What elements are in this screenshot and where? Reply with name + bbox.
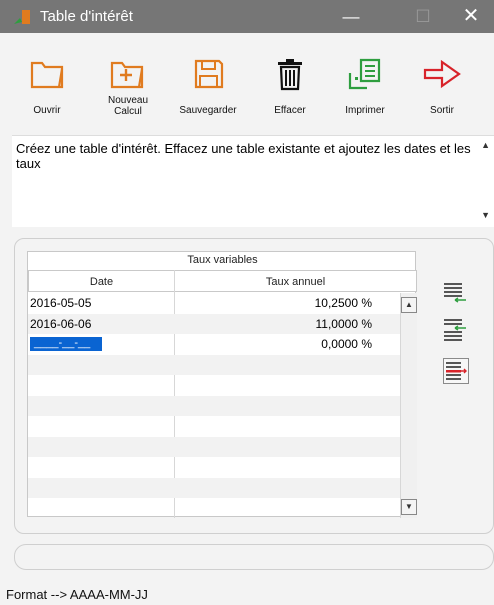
table-row-editing[interactable]: ____-__-__ 0,0000 % xyxy=(28,334,400,355)
close-button[interactable]: ✕ xyxy=(448,0,494,33)
minimize-button[interactable]: — xyxy=(328,0,374,33)
scroll-down-arrow-icon[interactable]: ▼ xyxy=(401,499,417,515)
insert-row-icon xyxy=(444,319,466,341)
rate-cell[interactable]: 11,0000 % xyxy=(316,317,373,331)
format-hint: Format --> AAAA-MM-JJ xyxy=(6,587,148,602)
exit-arrow-icon xyxy=(423,59,461,89)
delete-row-button[interactable] xyxy=(443,358,469,384)
scroll-up-arrow-icon[interactable]: ▲ xyxy=(481,140,490,150)
print-label: Imprimer xyxy=(345,105,385,116)
empty-row xyxy=(28,457,400,478)
rate-cell[interactable]: 0,0000 % xyxy=(321,337,372,351)
delete-label: Effacer xyxy=(274,105,306,116)
scroll-up-arrow-icon[interactable]: ▲ xyxy=(401,297,417,313)
rate-cell[interactable]: 10,2500 % xyxy=(315,296,372,310)
column-header-date[interactable]: Date xyxy=(28,270,175,292)
window-title: Table d'intérêt xyxy=(40,8,133,25)
trash-icon xyxy=(278,59,302,91)
date-input[interactable]: ____-__-__ xyxy=(30,337,102,351)
new-calc-label-2: Calcul xyxy=(114,106,142,117)
save-label: Sauvegarder xyxy=(179,105,237,116)
app-icon xyxy=(14,10,30,24)
save-icon xyxy=(194,59,224,89)
scroll-down-arrow-icon[interactable]: ▼ xyxy=(481,210,490,220)
table-rows: 2016-05-05 10,2500 % 2016-06-06 11,0000 … xyxy=(28,293,400,498)
column-header-rate[interactable]: Taux annuel xyxy=(174,270,417,292)
empty-row xyxy=(28,375,400,396)
toolbar: Ouvrir Nouveau Calcul Sauvegarder Efface… xyxy=(0,33,494,135)
empty-row xyxy=(28,436,400,457)
new-folder-icon xyxy=(110,61,144,89)
table-row[interactable]: 2016-05-05 10,2500 % xyxy=(28,293,400,314)
folder-open-icon xyxy=(30,61,64,89)
table-scrollbar[interactable]: ▲ ▼ xyxy=(400,293,417,518)
table-group-header: Taux variables xyxy=(187,254,258,266)
delete-row-icon xyxy=(443,358,469,384)
description-box[interactable]: Créez une table d'intérêt. Effacez une t… xyxy=(12,135,494,227)
add-row-icon xyxy=(444,283,466,303)
date-cell[interactable]: 2016-06-06 xyxy=(30,317,91,331)
print-icon xyxy=(348,58,381,90)
table-row[interactable]: 2016-06-06 11,0000 % xyxy=(28,313,400,334)
insert-row-button[interactable] xyxy=(443,318,467,342)
empty-row xyxy=(28,416,400,437)
open-label: Ouvrir xyxy=(33,105,61,116)
delete-button[interactable]: Effacer xyxy=(270,57,310,135)
new-calc-button[interactable]: Nouveau Calcul xyxy=(100,57,156,135)
print-button[interactable]: Imprimer xyxy=(340,57,390,135)
maximize-button[interactable]: ☐ xyxy=(400,0,446,33)
exit-label: Sortir xyxy=(430,105,454,116)
empty-row xyxy=(28,395,400,416)
empty-row xyxy=(28,354,400,375)
exit-button[interactable]: Sortir xyxy=(420,57,464,135)
date-cell[interactable]: 2016-05-05 xyxy=(30,296,91,310)
add-row-button[interactable] xyxy=(443,282,467,306)
new-calc-label-1: Nouveau xyxy=(107,95,149,106)
rates-table: Taux variables Date Taux annuel 2016-05-… xyxy=(27,251,417,518)
description-text: Créez une table d'intérêt. Effacez une t… xyxy=(16,141,471,171)
empty-row xyxy=(28,477,400,498)
info-field xyxy=(14,544,494,570)
title-bar: Table d'intérêt — ☐ ✕ xyxy=(0,0,494,33)
open-button[interactable]: Ouvrir xyxy=(24,57,70,135)
save-button[interactable]: Sauvegarder xyxy=(176,57,240,135)
